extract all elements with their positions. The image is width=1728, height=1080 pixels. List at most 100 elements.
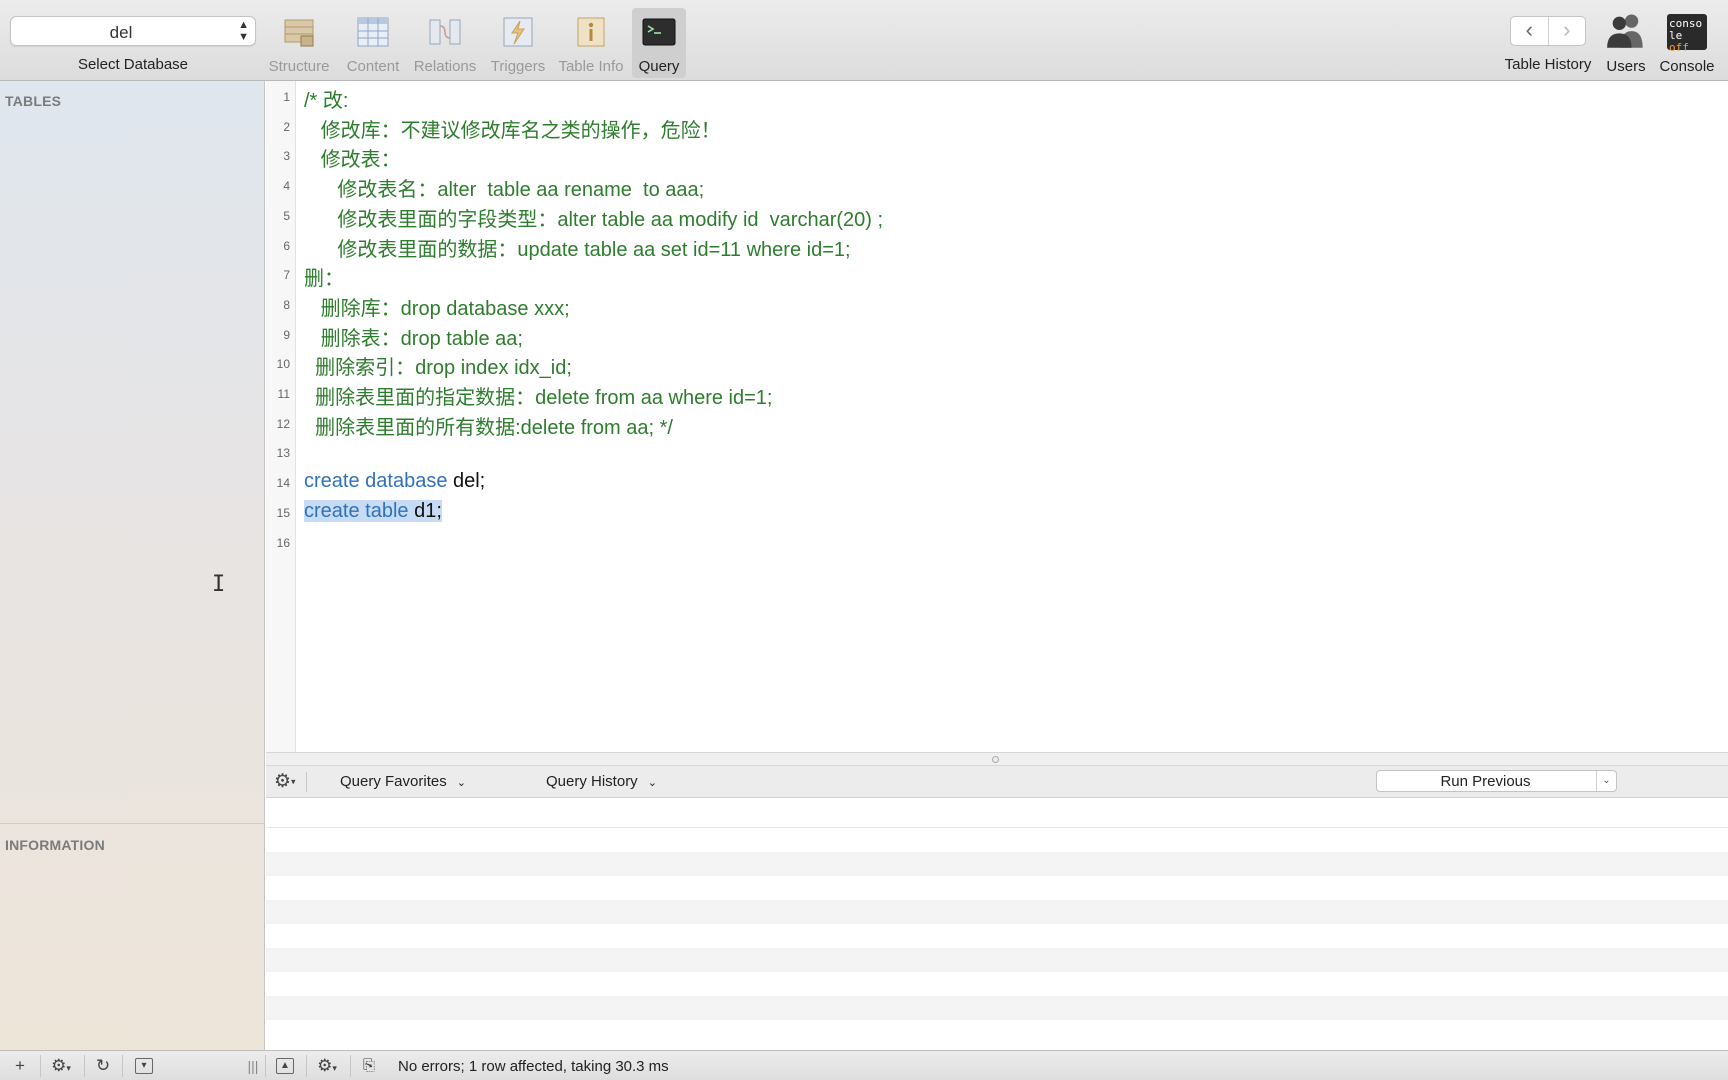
line-number: 4 xyxy=(283,179,290,194)
chevron-down-icon: ▾ xyxy=(66,1063,71,1073)
splitter-handle[interactable] xyxy=(992,756,999,763)
code-line[interactable]: 1 /* 改: xyxy=(266,82,1728,112)
toolbar-users-label: Users xyxy=(1606,58,1646,75)
toggle-panel-icon[interactable]: ▲ xyxy=(276,1058,294,1074)
code-line[interactable]: 2 修改库：不建议修改库名之类的操作，危险！ xyxy=(266,112,1728,142)
code-line[interactable]: 4 修改表名：alter table aa rename to aaa; xyxy=(266,171,1728,201)
chevron-down-icon: ⌄ xyxy=(456,777,466,789)
refresh-icon[interactable]: ↻ xyxy=(92,1054,114,1078)
code-line[interactable]: 7 删： xyxy=(266,260,1728,290)
code-line[interactable]: 3 修改表： xyxy=(266,141,1728,171)
toolbar-triggers-label: Triggers xyxy=(490,58,546,75)
toolbar-relations-button[interactable]: Relations xyxy=(410,8,480,78)
code-text: 修改库：不建议修改库名之类的操作，危险！ xyxy=(304,114,721,143)
sql-identifier: d1; xyxy=(408,499,442,522)
database-select[interactable]: del ▲ ▼ xyxy=(10,16,256,46)
toolbar-users-button[interactable]: Users xyxy=(1600,8,1652,78)
code-line[interactable]: 14 create database del; xyxy=(266,468,1728,498)
toolbar-content-button[interactable]: Content xyxy=(340,8,406,78)
toolbar-content-label: Content xyxy=(346,58,400,75)
line-number: 12 xyxy=(276,416,290,431)
code-line[interactable]: 9 删除表：drop table aa; xyxy=(266,320,1728,350)
toolbar-table-info-button[interactable]: Table Info xyxy=(556,8,626,78)
query-bar-separator xyxy=(306,772,307,792)
table-row xyxy=(266,996,1728,1020)
triggers-icon xyxy=(503,17,533,47)
code-text: /* 改: xyxy=(304,84,348,113)
line-number: 8 xyxy=(283,297,290,312)
code-line[interactable]: 12 删除表里面的所有数据:delete from aa; */ xyxy=(266,409,1728,439)
toolbar-table-history-button[interactable]: Table History xyxy=(1500,0,1596,73)
run-options-chevron-icon[interactable]: ⌄ xyxy=(1596,771,1616,791)
code-text: 删除表里面的指定数据：delete from aa where id=1; xyxy=(304,381,772,410)
table-row xyxy=(266,924,1728,948)
sql-comment: 删除表里面的指定数据：delete from aa where id=1; xyxy=(304,387,773,409)
toolbar-console-button[interactable]: conso le off Console xyxy=(1654,8,1720,78)
resize-handle-icon[interactable]: ||| xyxy=(246,1054,260,1078)
select-arrows-icon: ▲ ▼ xyxy=(238,19,249,43)
code-line[interactable]: 15 create table d1; xyxy=(266,498,1728,528)
code-line[interactable]: 10 删除索引：drop index idx_id; xyxy=(266,349,1728,379)
line-number: 10 xyxy=(276,357,290,372)
terminal-icon xyxy=(642,18,676,46)
run-previous-button[interactable]: Run Previous ⌄ xyxy=(1376,770,1617,792)
line-number: 7 xyxy=(283,268,290,283)
sql-comment: 修改表里面的数据：update table aa set id=11 where… xyxy=(304,238,851,261)
sql-comment: 删： xyxy=(304,268,344,291)
status-separator xyxy=(40,1055,41,1077)
status-separator xyxy=(122,1055,123,1077)
toolbar-structure-label: Structure xyxy=(268,58,330,75)
table-actions-gear-button[interactable]: ⚙▾ xyxy=(48,1054,74,1078)
query-editor[interactable]: 1 /* 改: 2 修改库：不建议修改库名之类的操作，危险！ 3 修改表： 4 修改表名… xyxy=(266,81,1728,752)
query-log-icon[interactable]: ⎘ xyxy=(358,1054,380,1078)
table-row xyxy=(266,972,1728,996)
line-number: 13 xyxy=(276,446,290,461)
line-number: 14 xyxy=(276,476,290,491)
filter-toggle-icon[interactable]: ▾ xyxy=(135,1058,153,1074)
query-history-dropdown[interactable]: Query History ⌄ xyxy=(546,773,657,790)
line-number: 1 xyxy=(283,90,290,104)
table-row xyxy=(266,876,1728,900)
query-favorites-label: Query Favorites xyxy=(340,773,447,790)
query-gear-button[interactable]: ⚙▾ xyxy=(314,1054,340,1078)
code-line[interactable]: 6 修改表里面的数据：update table aa set id=11 whe… xyxy=(266,231,1728,261)
line-number: 6 xyxy=(283,238,290,253)
table-row xyxy=(266,852,1728,876)
code-line[interactable]: 13 xyxy=(266,438,1728,468)
query-gear-menu[interactable]: ⚙▾ xyxy=(274,770,296,793)
sql-comment: /* 改: xyxy=(304,90,349,112)
information-header: INFORMATION xyxy=(5,837,105,853)
table-row xyxy=(266,1020,1728,1044)
code-line[interactable]: 5 修改表里面的字段类型：alter table aa modify id va… xyxy=(266,201,1728,231)
toolbar-triggers-button[interactable]: Triggers xyxy=(486,8,550,78)
toolbar-query-button[interactable]: Query xyxy=(632,8,686,78)
line-number: 5 xyxy=(283,208,290,223)
toolbar-relations-label: Relations xyxy=(413,58,477,75)
code-text: 删除索引：drop index idx_id; xyxy=(304,351,572,380)
query-history-label: Query History xyxy=(546,773,638,790)
query-favorites-dropdown[interactable]: Query Favorites ⌄ xyxy=(340,773,466,790)
add-table-button[interactable]: + xyxy=(12,1054,28,1078)
toolbar-query-label: Query xyxy=(638,58,680,75)
sql-comment: 删除表：drop table aa; xyxy=(304,327,523,350)
status-separator xyxy=(84,1055,85,1077)
toolbar-structure-button[interactable]: Structure xyxy=(264,8,334,78)
sql-comment: 删除索引：drop index idx_id; xyxy=(304,357,572,380)
relations-icon xyxy=(429,19,461,45)
status-separator xyxy=(306,1055,307,1077)
text-selection: create table d1; xyxy=(304,499,442,522)
sql-identifier: del; xyxy=(447,470,486,493)
database-select-label: Select Database xyxy=(77,56,189,73)
editor-results-splitter[interactable] xyxy=(266,752,1728,766)
code-text: 修改表： xyxy=(304,143,401,172)
table-row xyxy=(266,948,1728,972)
code-text: 修改表里面的数据：update table aa set id=11 where… xyxy=(304,233,851,262)
code-line[interactable]: 8 删除库：drop database xxx; xyxy=(266,290,1728,320)
structure-icon xyxy=(284,19,314,47)
code-text: 删除库：drop database xxx; xyxy=(304,292,570,321)
code-line[interactable]: 11 删除表里面的指定数据：delete from aa where id=1; xyxy=(266,379,1728,409)
status-message: No errors; 1 row affected, taking 30.3 m… xyxy=(398,1058,669,1075)
code-text: 删： xyxy=(304,262,344,291)
code-line[interactable]: 16 xyxy=(266,528,1728,558)
chevron-down-icon: ▾ xyxy=(332,1063,337,1073)
